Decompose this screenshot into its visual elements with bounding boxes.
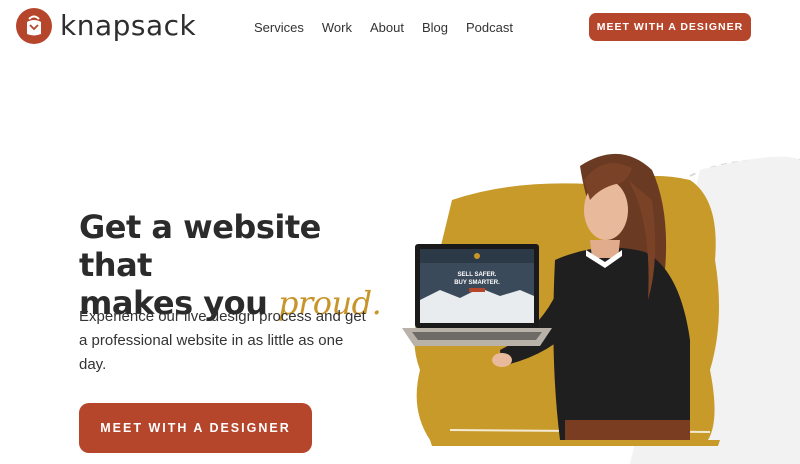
hero-subtitle: Experience our live design process and g… (79, 308, 366, 373)
header-meet-designer-button[interactable]: MEET WITH A DESIGNER (589, 13, 751, 41)
main-nav: Services Work About Blog Podcast (254, 20, 531, 36)
laptop-headline-1: SELL SAFER. (458, 272, 497, 278)
nav-item-services[interactable]: Services (254, 20, 304, 36)
nav-item-about[interactable]: About (370, 20, 404, 36)
site-header: knapsack Services Work About Blog Podcas… (0, 0, 800, 56)
hero-illustration: SELL SAFER. BUY SMARTER. (390, 140, 800, 464)
nav-item-podcast[interactable]: Podcast (466, 20, 513, 36)
nav-item-work[interactable]: Work (322, 20, 352, 36)
nav-item-blog[interactable]: Blog (422, 20, 448, 36)
laptop: SELL SAFER. BUY SMARTER. (402, 244, 552, 346)
laptop-headline-2: BUY SMARTER. (454, 280, 500, 286)
brand-name: knapsack (60, 9, 197, 42)
hero-meet-designer-button[interactable]: MEET WITH A DESIGNER (79, 403, 312, 453)
brand-logo[interactable]: knapsack (16, 8, 196, 44)
hero-title-line1: Get a website that (79, 208, 321, 284)
backpack-icon (16, 8, 52, 44)
